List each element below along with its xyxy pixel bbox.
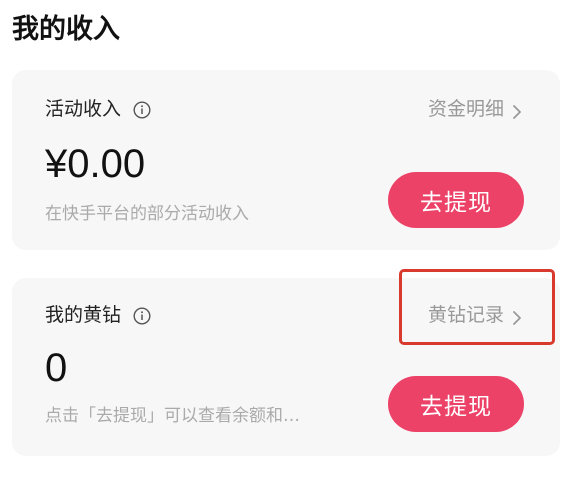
diamond-withdraw-button[interactable]: 去提现 [388, 376, 524, 432]
yellow-diamond-description: 点击「去提现」可以查看余额和… [45, 406, 300, 426]
diamond-records-label: 黄钻记录 [427, 304, 504, 326]
activity-income-description: 在快手平台的部分活动收入 [45, 204, 249, 224]
activity-income-card: 活动收入 资金明细 ¥0.00 在快手平台的部分活动收入 去提现 [12, 70, 560, 250]
chevron-right-icon [512, 101, 522, 119]
fund-details-link[interactable]: 资金明细 [428, 96, 522, 122]
chevron-right-icon [512, 307, 522, 325]
diamond-records-link[interactable]: 黄钻记录 [428, 302, 522, 328]
yellow-diamond-card: 我的黄钻 黄钻记录 0 点击「去提现」可以查看余额和… 去提现 [12, 278, 560, 456]
yellow-diamond-label: 我的黄钻 [45, 304, 122, 326]
yellow-diamond-label-row: 我的黄钻 [45, 302, 151, 328]
activity-income-label: 活动收入 [45, 98, 122, 120]
activity-income-amount: ¥0.00 [45, 142, 146, 186]
income-withdraw-button[interactable]: 去提现 [388, 172, 524, 228]
page-title: 我的收入 [12, 14, 120, 45]
info-circle-icon[interactable] [133, 306, 151, 325]
yellow-diamond-amount: 0 [45, 346, 68, 390]
fund-details-label: 资金明细 [427, 98, 504, 120]
activity-income-label-row: 活动收入 [45, 96, 151, 122]
info-circle-icon[interactable] [133, 100, 151, 119]
